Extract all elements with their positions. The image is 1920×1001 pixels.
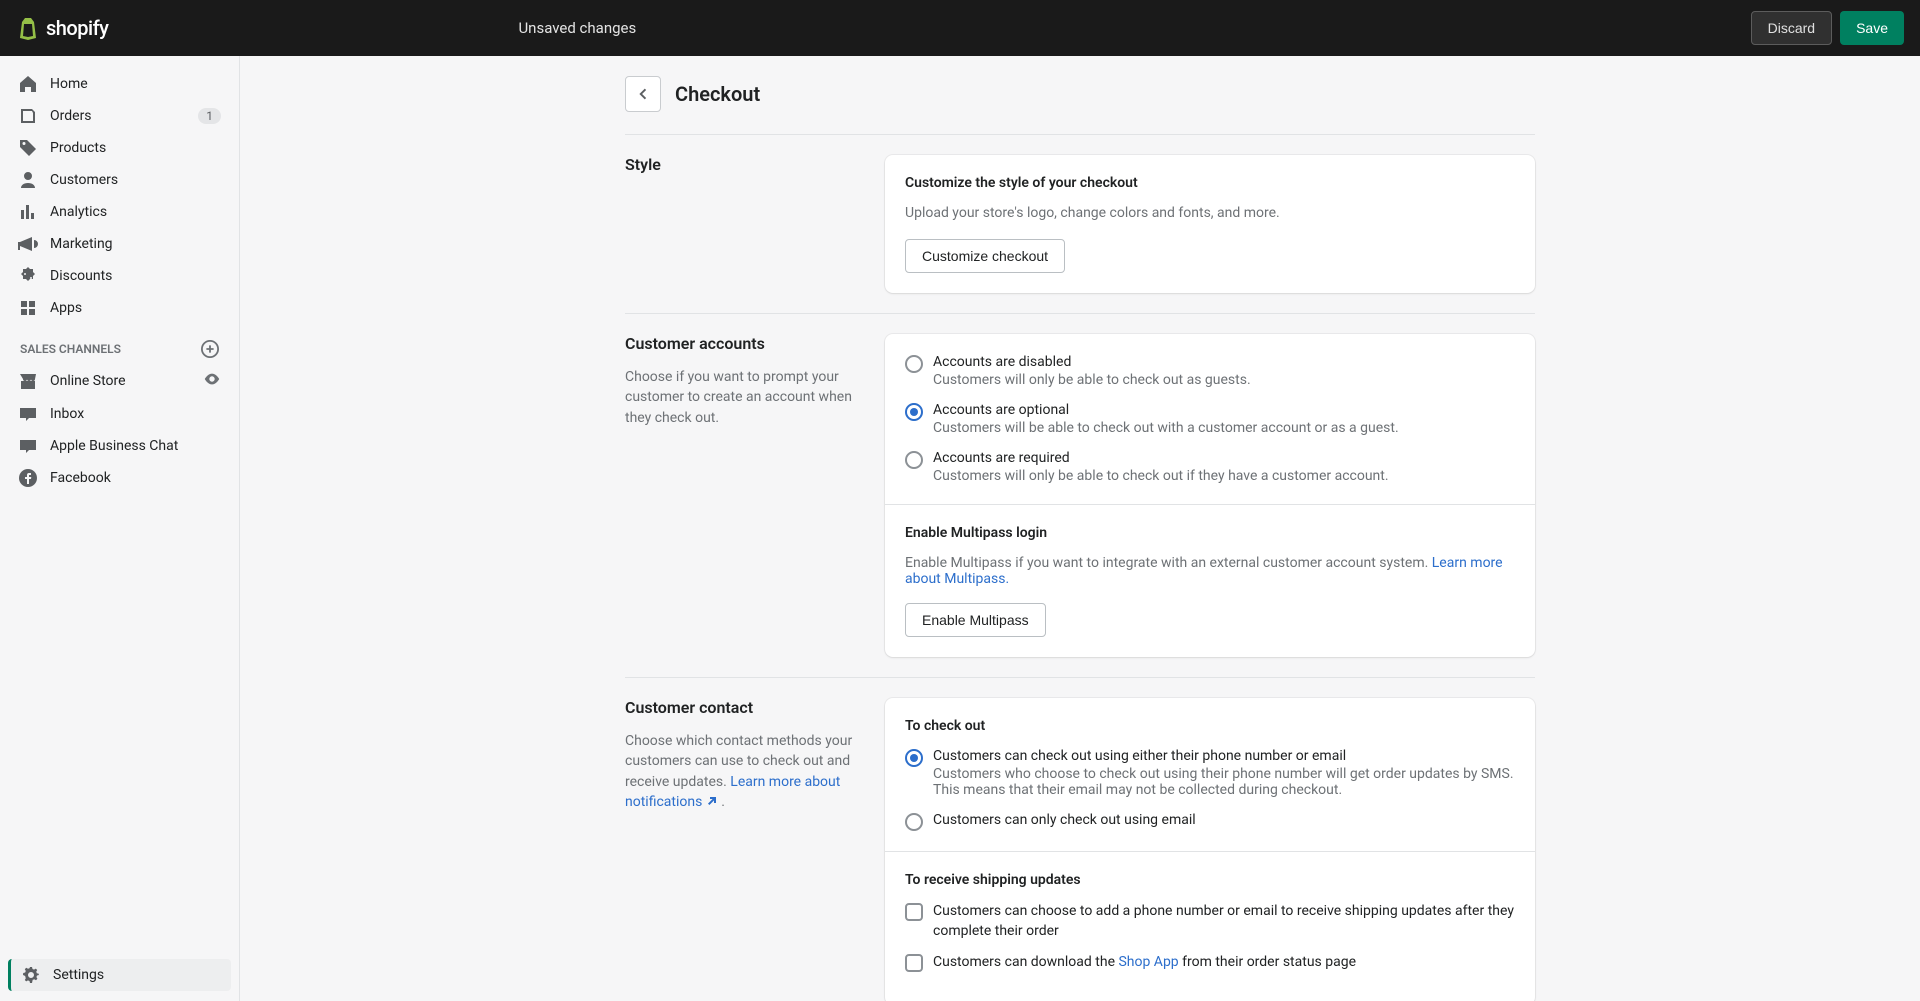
shop-app-link[interactable]: Shop App [1118, 954, 1178, 970]
style-card-title: Customize the style of your checkout [905, 175, 1515, 191]
nav-label: Discounts [50, 268, 112, 284]
radio-title: Accounts are disabled [933, 354, 1251, 370]
accounts-section-title: Customer accounts [625, 334, 865, 353]
nav-products[interactable]: Products [8, 132, 231, 164]
contact-section-desc: Choose which contact methods your custom… [625, 731, 865, 812]
contact-desc-post: . [718, 794, 725, 810]
megaphone-icon [18, 234, 38, 254]
checkbox-shop-app[interactable]: Customers can download the Shop App from… [905, 953, 1515, 973]
radio-desc: Customers who choose to check out using … [933, 766, 1515, 798]
logo-text: shopify [46, 16, 108, 40]
checkbox-input[interactable] [905, 903, 923, 921]
radio-accounts-disabled[interactable]: Accounts are disabled Customers will onl… [905, 354, 1515, 388]
multipass-title: Enable Multipass login [905, 525, 1515, 541]
discount-icon [18, 266, 38, 286]
check-text-pre: Customers can download the [933, 954, 1118, 970]
radio-title: Customers can only check out using email [933, 812, 1196, 828]
inbox-icon [18, 404, 38, 424]
preview-store-icon[interactable] [203, 370, 221, 392]
radio-input[interactable] [905, 813, 923, 831]
checkbox-label: Customers can download the Shop App from… [933, 953, 1356, 973]
nav-label: Home [50, 76, 88, 92]
store-icon [18, 371, 38, 391]
radio-title: Customers can check out using either the… [933, 748, 1515, 764]
discard-button[interactable]: Discard [1751, 11, 1832, 45]
check-text-post: from their order status page [1179, 954, 1356, 970]
nav-settings[interactable]: Settings [8, 959, 231, 991]
orders-badge: 1 [198, 108, 221, 124]
shopify-bag-icon [16, 16, 40, 40]
radio-input[interactable] [905, 749, 923, 767]
customize-checkout-button[interactable]: Customize checkout [905, 239, 1065, 273]
nav-label: Customers [50, 172, 118, 188]
channel-inbox[interactable]: Inbox [8, 398, 231, 430]
nav-label: Facebook [50, 470, 111, 486]
checkbox-input[interactable] [905, 954, 923, 972]
radio-title: Accounts are required [933, 450, 1389, 466]
unsaved-changes-label: Unsaved changes [518, 19, 636, 37]
radio-input[interactable] [905, 403, 923, 421]
radio-title: Accounts are optional [933, 402, 1399, 418]
nav-label: Online Store [50, 373, 126, 389]
nav-customers[interactable]: Customers [8, 164, 231, 196]
radio-input[interactable] [905, 451, 923, 469]
checkbox-shipping-phone-email[interactable]: Customers can choose to add a phone numb… [905, 902, 1515, 941]
nav-label: Apple Business Chat [50, 438, 178, 454]
tag-icon [18, 138, 38, 158]
shopify-logo: shopify [16, 16, 108, 40]
multipass-desc-text: Enable Multipass if you want to integrat… [905, 555, 1432, 571]
arrow-left-icon [634, 85, 652, 103]
radio-checkout-phone-or-email[interactable]: Customers can check out using either the… [905, 748, 1515, 798]
home-icon [18, 74, 38, 94]
nav-label: Marketing [50, 236, 113, 252]
nav-label: Analytics [50, 204, 107, 220]
nav-discounts[interactable]: Discounts [8, 260, 231, 292]
facebook-icon [18, 468, 38, 488]
radio-checkout-email-only[interactable]: Customers can only check out using email [905, 812, 1515, 831]
channels-header-label: SALES CHANNELS [20, 342, 121, 356]
enable-multipass-button[interactable]: Enable Multipass [905, 603, 1046, 637]
page-title: Checkout [675, 82, 760, 106]
nav-label: Inbox [50, 406, 84, 422]
nav-marketing[interactable]: Marketing [8, 228, 231, 260]
checkbox-label: Customers can choose to add a phone numb… [933, 902, 1515, 941]
orders-icon [18, 106, 38, 126]
back-button[interactable] [625, 76, 661, 112]
person-icon [18, 170, 38, 190]
multipass-desc: Enable Multipass if you want to integrat… [905, 555, 1515, 587]
contact-section-title: Customer contact [625, 698, 865, 717]
nav-label: Orders [50, 108, 92, 124]
nav-label: Apps [50, 300, 82, 316]
radio-input[interactable] [905, 355, 923, 373]
external-link-icon [706, 793, 718, 805]
nav-apps[interactable]: Apps [8, 292, 231, 324]
checkout-contact-title: To check out [905, 718, 1515, 734]
radio-desc: Customers will only be able to check out… [933, 468, 1389, 484]
save-button[interactable]: Save [1840, 11, 1904, 45]
accounts-section-desc: Choose if you want to prompt your custom… [625, 367, 865, 428]
channel-online-store[interactable]: Online Store [8, 364, 231, 398]
nav-label: Settings [53, 967, 104, 983]
channel-apple-business-chat[interactable]: Apple Business Chat [8, 430, 231, 462]
style-section-title: Style [625, 155, 865, 174]
radio-desc: Customers will be able to check out with… [933, 420, 1399, 436]
gear-icon [21, 965, 41, 985]
style-card-sub: Upload your store's logo, change colors … [905, 205, 1515, 221]
shipping-updates-title: To receive shipping updates [905, 872, 1515, 888]
nav-analytics[interactable]: Analytics [8, 196, 231, 228]
radio-accounts-optional[interactable]: Accounts are optional Customers will be … [905, 402, 1515, 436]
apps-icon [18, 298, 38, 318]
channel-facebook[interactable]: Facebook [8, 462, 231, 494]
analytics-icon [18, 202, 38, 222]
nav-home[interactable]: Home [8, 68, 231, 100]
nav-label: Products [50, 140, 106, 156]
nav-orders[interactable]: Orders 1 [8, 100, 231, 132]
sales-channels-header: SALES CHANNELS [8, 324, 231, 364]
chat-icon [18, 436, 38, 456]
radio-accounts-required[interactable]: Accounts are required Customers will onl… [905, 450, 1515, 484]
check-text: Customers can choose to add a phone numb… [933, 903, 1514, 939]
add-channel-icon[interactable] [201, 340, 219, 358]
radio-desc: Customers will only be able to check out… [933, 372, 1251, 388]
